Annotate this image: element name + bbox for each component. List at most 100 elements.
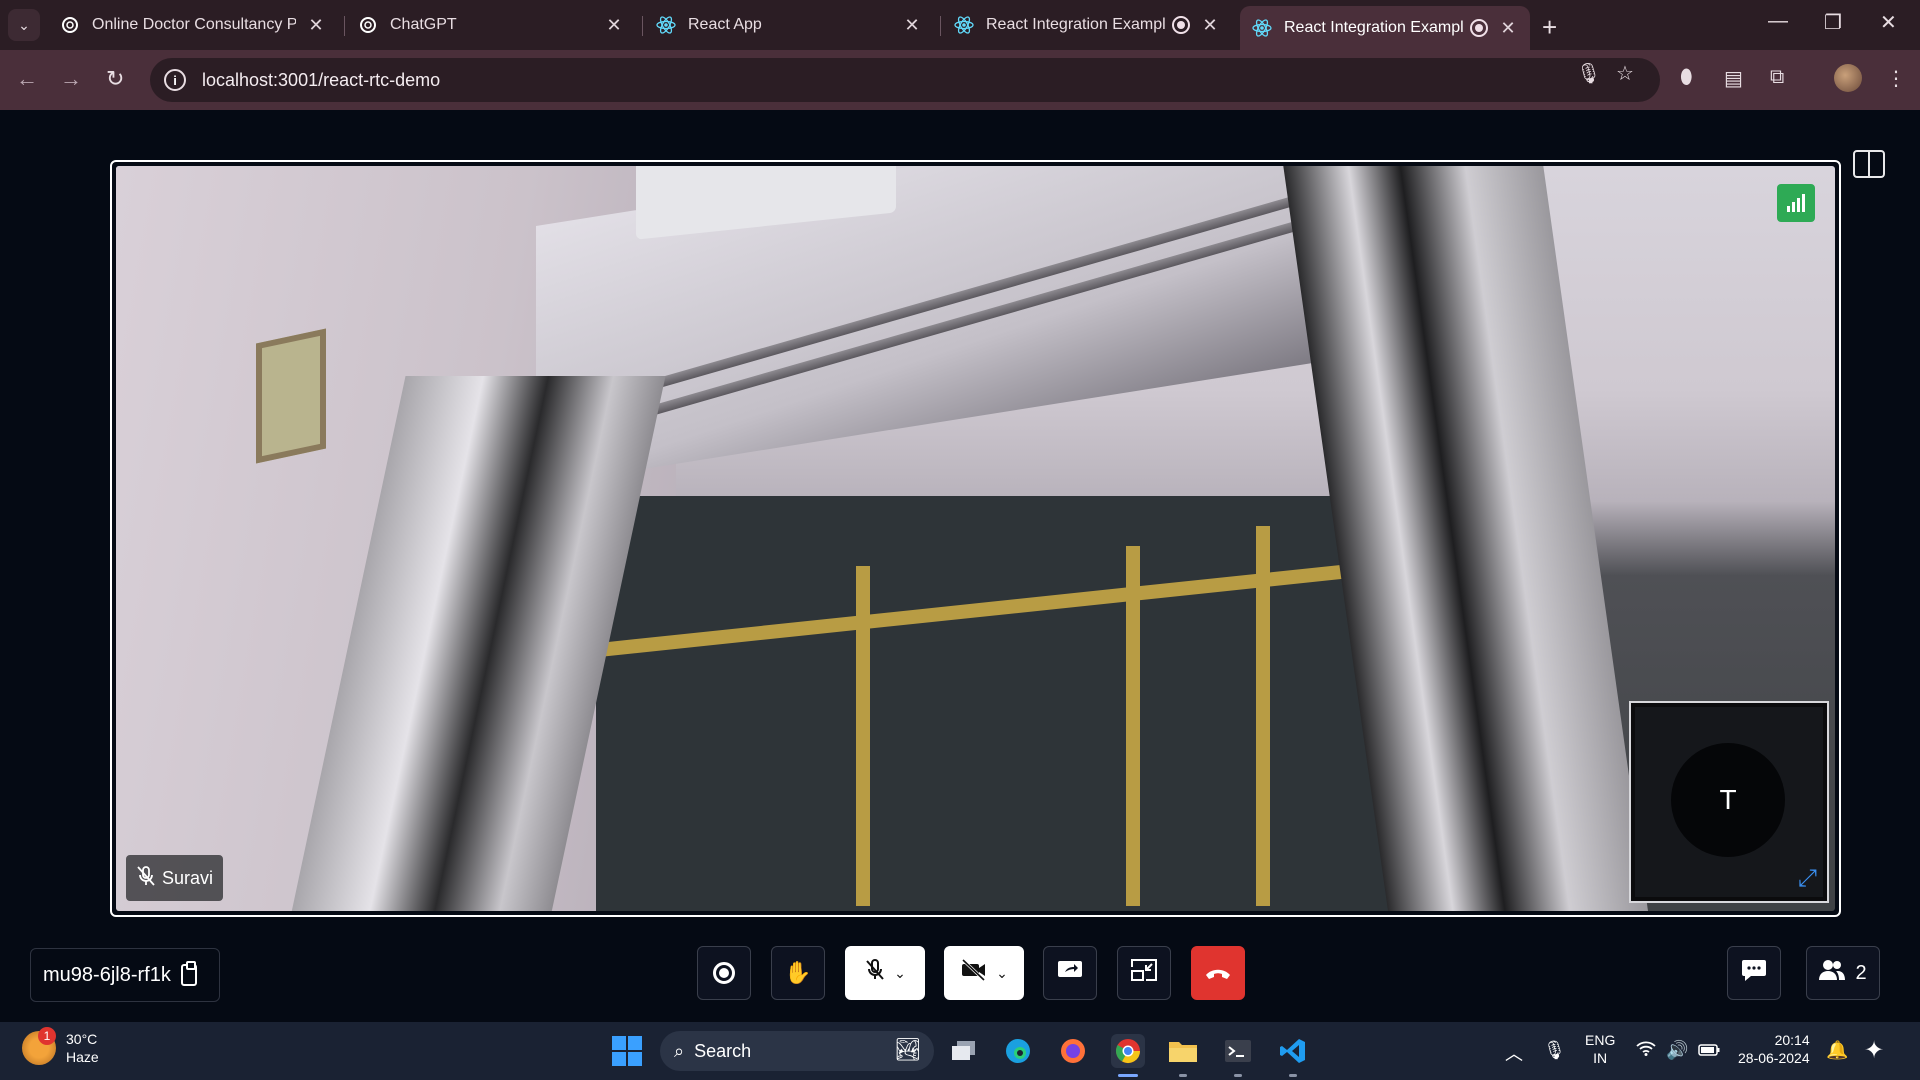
close-tab-icon[interactable]: ✕ [1200,15,1220,36]
close-tab-icon[interactable]: ✕ [604,15,624,36]
volume-icon[interactable]: 🔊 [1666,1040,1688,1061]
file-explorer-icon[interactable] [1166,1034,1200,1068]
chrome-icon[interactable] [1111,1034,1145,1068]
terminal-icon[interactable] [1221,1034,1255,1068]
screen-share-icon [1057,960,1083,986]
screen-share-button[interactable] [1043,946,1097,1000]
taskbar-search[interactable]: ⌕ Search 🏞 [660,1031,934,1071]
puzzle-extensions-icon[interactable]: ⧉ [1770,66,1784,89]
clock-time: 20:14 [1774,1032,1810,1048]
chatgpt-icon [358,15,378,35]
running-app-indicator [1289,1074,1297,1077]
vscode-icon[interactable] [1276,1034,1310,1068]
close-tab-icon[interactable]: ✕ [306,15,326,36]
copy-clipboard-icon[interactable] [180,961,197,986]
browser-tab-5-active[interactable]: React Integration Example C ✕ [1240,6,1530,50]
end-call-button[interactable] [1191,946,1245,1000]
url-text: localhost:3001/react-rtc-demo [202,69,441,90]
browser-tab-3[interactable]: React App ✕ [644,6,934,44]
weather-description: Haze [66,1049,99,1065]
tab-title: Online Doctor Consultancy Plat [92,16,296,33]
kebab-menu-icon[interactable]: ⋮ [1886,66,1906,91]
participants-icon [1819,959,1846,987]
chevron-down-icon[interactable]: ⌄ [996,965,1008,982]
region-code: IN [1593,1050,1608,1066]
browser-tab-4[interactable]: React Integration Example C ✕ [942,6,1232,44]
participant-name-tag: Suravi [126,855,224,901]
task-view-icon[interactable] [947,1034,981,1068]
language-code: ENG [1585,1032,1616,1048]
weather-haze-icon: 1 [22,1027,56,1065]
pip-icon [1131,959,1157,987]
battery-icon[interactable] [1698,1040,1720,1061]
tab-title: ChatGPT [390,16,457,33]
browser-tab-bar: ⌄ Online Doctor Consultancy Plat ✕ ChatG… [0,0,1920,50]
react-icon [656,15,676,35]
new-tab-button[interactable]: + [1542,12,1557,43]
search-label: Search [694,1040,752,1061]
tab-title: React Integration Example C [986,16,1166,33]
hand-icon: ✋ [784,960,812,985]
notification-bell-icon[interactable]: 🔔 [1826,1040,1848,1061]
address-bar[interactable]: i localhost:3001/react-rtc-demo [150,58,1660,102]
tab-separator [940,16,941,36]
react-icon [954,15,974,35]
microphone-icon[interactable]: 🎙 [1543,1040,1566,1061]
chevron-up-icon[interactable]: ︿ [1505,1040,1523,1066]
meeting-id-box[interactable]: mu98-6jl8-rf1k [30,948,220,1002]
chevron-down-icon[interactable]: ⌄ [894,965,906,982]
search-highlight-icon: 🏞 [894,1037,922,1062]
clock-date: 28-06-2024 [1738,1050,1810,1066]
reload-icon[interactable]: ↻ [106,66,124,92]
minimize-button[interactable]: — [1768,10,1788,33]
mic-off-icon [864,958,886,988]
hang-up-icon [1204,960,1232,986]
bookmark-star-icon[interactable]: ☆ [1616,61,1634,86]
network-signal-icon [1777,184,1815,222]
react-icon [1252,18,1272,38]
tab-title: React App [688,16,762,33]
browser-tab-1[interactable]: Online Doctor Consultancy Plat ✕ [48,6,338,44]
raise-hand-button[interactable]: ✋ [771,946,825,1000]
side-panel-toggle-icon[interactable] [1853,150,1885,178]
close-tab-icon[interactable]: ✕ [1498,18,1518,39]
self-view-tile[interactable]: T ⤢ [1629,701,1829,903]
record-button[interactable] [697,946,751,1000]
self-avatar: T [1671,743,1785,857]
microphone-icon[interactable]: 🎙 [1576,61,1601,86]
running-app-indicator [1179,1074,1187,1077]
camera-toggle-button[interactable]: ⌄ [944,946,1024,1000]
close-tab-icon[interactable]: ✕ [902,15,922,36]
search-icon: ⌕ [674,1040,685,1061]
language-indicator[interactable]: ENG IN [1585,1031,1615,1067]
active-app-indicator [1118,1074,1138,1077]
video-scene-picture [256,328,326,464]
system-clock[interactable]: 20:14 28-06-2024 [1738,1031,1810,1067]
chat-icon [1741,958,1767,988]
wifi-icon[interactable] [1636,1040,1656,1061]
main-video-frame: Suravi T ⤢ [110,160,1841,917]
expand-icon[interactable]: ⤢ [1798,865,1817,893]
profile-avatar[interactable] [1834,64,1862,92]
participants-button[interactable]: 2 [1806,946,1880,1000]
edge-browser-icon[interactable] [1001,1034,1035,1068]
notification-badge: 1 [38,1027,56,1045]
tab-title: React Integration Example C [1284,19,1464,36]
pip-mode-button[interactable] [1117,946,1171,1000]
tab-search-button[interactable]: ⌄ [8,9,40,41]
calendar-extension-icon[interactable]: ▤ [1724,66,1743,91]
forward-arrow-icon[interactable]: → [60,66,82,92]
restore-button[interactable]: ❐ [1824,10,1842,35]
browser-tab-2[interactable]: ChatGPT ✕ [346,6,636,44]
close-window-button[interactable]: ✕ [1880,10,1897,35]
extension-icon[interactable]: ⬮ [1680,66,1693,89]
copilot-icon[interactable]: ✦ [1864,1036,1884,1065]
video-scene-frame [1256,526,1270,906]
site-info-icon[interactable]: i [164,69,186,91]
firefox-icon[interactable] [1056,1034,1090,1068]
chat-button[interactable] [1727,946,1781,1000]
windows-start-icon[interactable] [612,1036,642,1066]
mic-toggle-button[interactable]: ⌄ [845,946,925,1000]
back-arrow-icon[interactable]: ← [16,66,38,92]
weather-widget[interactable]: 1 30°C Haze [22,1027,99,1066]
